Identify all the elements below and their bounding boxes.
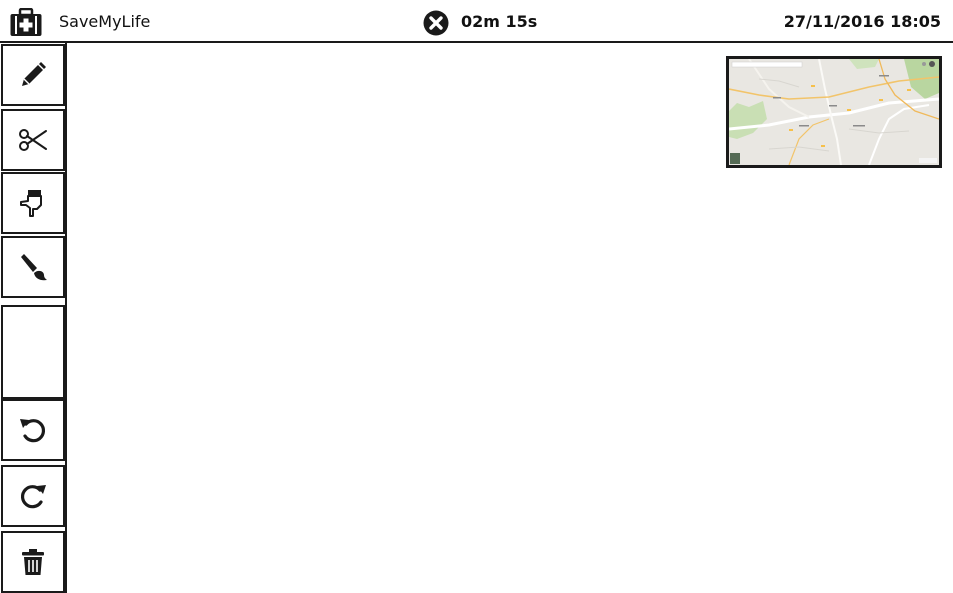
close-icon[interactable] [423, 10, 449, 36]
undo-icon [20, 419, 46, 443]
trash-icon [22, 549, 44, 575]
undo-button[interactable] [1, 399, 65, 461]
scissors-icon [19, 129, 47, 151]
redo-button[interactable] [1, 465, 65, 527]
scissors-tool-button[interactable] [1, 109, 65, 171]
tool-sidebar [0, 43, 67, 593]
paintbrush-icon [21, 254, 47, 281]
brush-tool-button[interactable] [1, 236, 65, 298]
redo-icon [20, 485, 46, 509]
delete-button[interactable] [1, 531, 65, 593]
map-image [729, 59, 939, 165]
pointing-hand-icon [20, 190, 42, 217]
top-bar: SaveMyLife 02m 15s 27/11/2016 18:05 [0, 0, 953, 43]
app-title: SaveMyLife [59, 12, 151, 31]
date-time: 27/11/2016 18:05 [783, 12, 941, 31]
toolbar-empty-slot [1, 305, 65, 399]
map-thumbnail[interactable] [726, 56, 942, 168]
session-timer: 02m 15s [461, 12, 538, 31]
pointer-tool-button[interactable] [1, 172, 65, 234]
pencil-tool-button[interactable] [1, 44, 65, 106]
pencil-icon [22, 62, 46, 86]
first-aid-kit-icon [10, 8, 42, 36]
